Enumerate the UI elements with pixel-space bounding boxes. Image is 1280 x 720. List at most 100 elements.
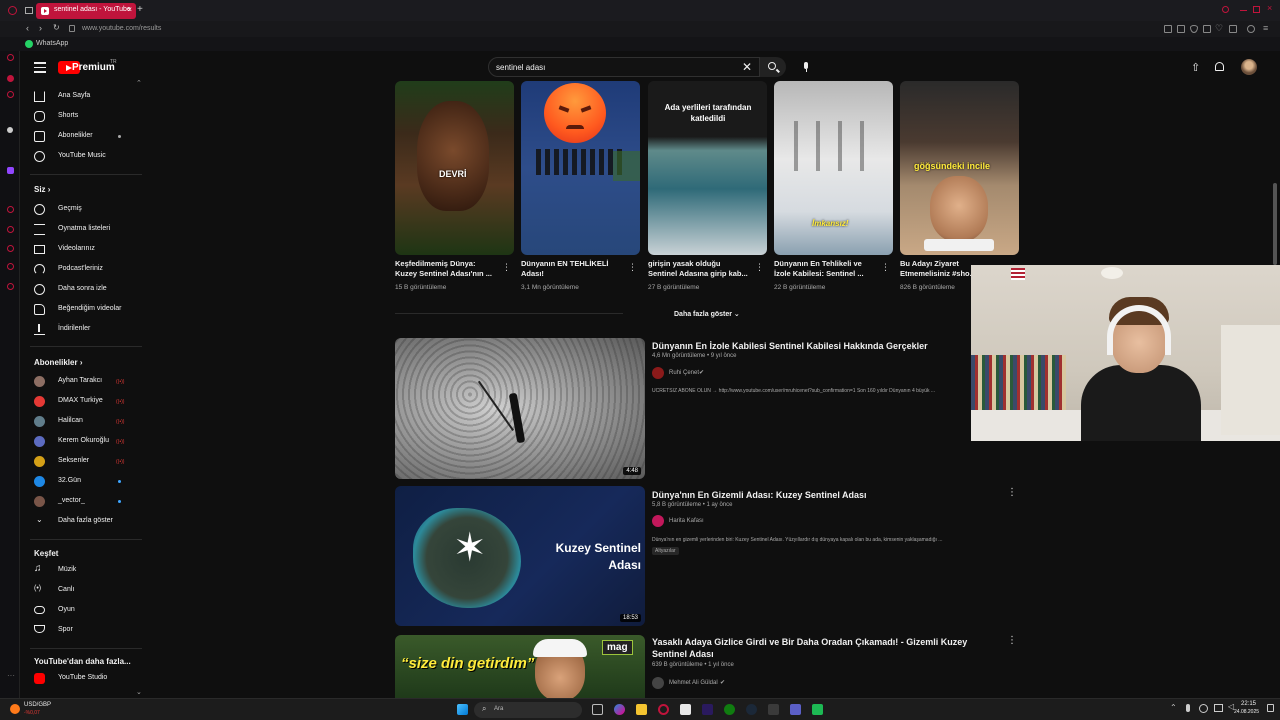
new-tab-icon[interactable]: + — [137, 4, 143, 15]
more-options-icon[interactable]: ⋮ — [1007, 635, 1017, 646]
sidebar-item-subscriptions[interactable]: Abonelikler — [34, 128, 144, 146]
more-options-icon[interactable]: ⋮ — [755, 262, 764, 273]
section-heading-siz[interactable]: Siz › — [34, 185, 50, 194]
sidebar-item-playlists[interactable]: Oynatma listeleri — [34, 221, 144, 239]
maximize-icon[interactable] — [1253, 6, 1260, 13]
video-title[interactable]: Dünyanın En İzole Kabilesi Sentinel Kabi… — [652, 340, 992, 352]
voice-search-button[interactable] — [796, 57, 816, 77]
sidebar-aria-icon[interactable] — [7, 75, 14, 82]
sidebar-player-icon[interactable] — [7, 206, 14, 213]
sidebar-bookmarks-icon[interactable] — [7, 245, 14, 252]
tray-app-icon[interactable] — [1199, 704, 1208, 713]
video-channel[interactable]: Ruhi Çenet ✔ — [652, 367, 812, 379]
minimize-icon[interactable] — [1240, 10, 1247, 11]
short-card-thumbnail[interactable] — [521, 81, 640, 255]
sidebar-item-music[interactable]: YouTube Music — [34, 148, 144, 166]
video-channel[interactable]: Mehmet Ali Güldal ✔ — [652, 677, 812, 689]
more-options-icon[interactable]: ⋮ — [502, 262, 511, 273]
short-title[interactable]: Dünyanın En Tehlikeli ve İzole Kabilesi: … — [774, 259, 878, 279]
sidebar-item-sports[interactable]: Spor — [34, 622, 144, 640]
heart-icon[interactable]: ♡ — [1215, 23, 1223, 34]
short-title[interactable]: girişin yasak olduğu Sentinel Adasına gir… — [648, 259, 752, 279]
search-tabs-icon[interactable] — [1222, 6, 1229, 13]
url-field[interactable]: www.youtube.com/results — [82, 25, 161, 32]
ticker-label[interactable]: USD/GBP — [24, 702, 51, 708]
more-options-icon[interactable]: ⋮ — [628, 262, 637, 273]
show-more-subscriptions[interactable]: ⌄ Daha fazla göster — [34, 513, 144, 531]
more-options-icon[interactable]: ⋮ — [881, 262, 890, 273]
show-more-shorts-button[interactable]: Daha fazla göster ⌄ — [674, 310, 740, 318]
premiere-icon[interactable] — [702, 704, 713, 715]
subscription-item[interactable]: DMAX Turkiye ((•)) — [34, 393, 144, 411]
youtube-premium-logo[interactable]: Premium — [72, 62, 115, 73]
sidebar-scroll-down-icon[interactable]: ⌄ — [136, 688, 142, 696]
sidebar-messenger-icon[interactable] — [7, 91, 14, 98]
notification-center-icon[interactable] — [1267, 704, 1274, 712]
subscription-item[interactable]: _vector_ — [34, 493, 144, 511]
file-explorer-icon[interactable] — [636, 704, 647, 715]
sidebar-item-downloads[interactable]: İndirilenler — [34, 321, 144, 339]
short-card-thumbnail[interactable]: İmkansız! — [774, 81, 893, 255]
sidebar-item-live[interactable]: (•) Canlı — [34, 582, 144, 600]
shield-icon[interactable] — [1190, 25, 1198, 33]
sidebar-item-history[interactable]: Geçmiş — [34, 201, 144, 219]
sidebar-item-shorts[interactable]: Shorts — [34, 108, 144, 126]
widgets-icon[interactable] — [614, 704, 625, 715]
app-icon[interactable] — [768, 704, 779, 715]
short-card-thumbnail[interactable]: Ada yerlileri tarafından katledildi — [648, 81, 767, 255]
sidebar-item-podcasts[interactable]: Podcast'leriniz — [34, 261, 144, 279]
sidebar-history-icon[interactable] — [7, 226, 14, 233]
video-channel[interactable]: Harita Kafası — [652, 515, 812, 527]
video-thumbnail[interactable]: ✶ Kuzey Sentinel Adası 18:53 — [395, 486, 645, 626]
search-button[interactable] — [760, 57, 786, 77]
sidebar-app-icon[interactable] — [7, 127, 13, 133]
notifications-icon[interactable] — [1215, 62, 1224, 71]
start-windows-icon[interactable] — [457, 704, 468, 715]
network-icon[interactable] — [1214, 704, 1223, 712]
short-title[interactable]: Keşfedilmemiş Dünya: Kuzey Sentinel Adası… — [395, 259, 499, 279]
subscription-item[interactable]: Ayhan Tarakcı ((•)) — [34, 373, 144, 391]
tab-youtube[interactable]: sentinel adası - YouTube × — [36, 3, 136, 19]
tab-icon[interactable] — [1177, 25, 1185, 33]
tray-chevron-icon[interactable]: ⌃ — [1170, 703, 1177, 712]
steam-icon[interactable] — [746, 704, 757, 715]
app-icon[interactable] — [680, 704, 691, 715]
sidebar-settings-icon[interactable] — [7, 263, 14, 270]
upload-icon[interactable]: ⇧ — [1191, 61, 1200, 74]
browser-menu-icon[interactable]: ≡ — [1263, 23, 1268, 33]
sidebar-scroll-up-icon[interactable]: ⌃ — [136, 79, 142, 87]
teams-icon[interactable] — [790, 704, 801, 715]
sidebar-item-your-videos[interactable]: Videolarınız — [34, 241, 144, 259]
guide-menu-icon[interactable] — [34, 62, 46, 73]
video-thumbnail[interactable]: “size din getirdim” mag — [395, 635, 645, 698]
more-options-icon[interactable]: ⋮ — [1007, 487, 1017, 498]
reload-icon[interactable]: ↻ — [53, 23, 60, 32]
extensions-icon[interactable] — [1203, 25, 1211, 33]
back-icon[interactable]: ‹ — [26, 23, 29, 33]
bookmark-whatsapp[interactable]: WhatsApp — [36, 40, 68, 47]
tray-mic-icon[interactable] — [1186, 704, 1190, 712]
weather-widget-icon[interactable] — [10, 704, 20, 714]
video-thumbnail[interactable]: 4:48 — [395, 338, 645, 479]
sidebar-item-watch-later[interactable]: Daha sonra izle — [34, 281, 144, 299]
sidebar-home-icon[interactable] — [7, 54, 14, 61]
tab-list-icon[interactable] — [25, 7, 33, 14]
account-avatar[interactable] — [1241, 59, 1257, 75]
profile-browser-icon[interactable] — [1247, 25, 1255, 33]
section-heading-subscriptions[interactable]: Abonelikler › — [34, 358, 82, 367]
video-title[interactable]: Yasaklı Adaya Gizlice Girdi ve Bir Daha … — [652, 636, 992, 660]
opera-menu-icon[interactable] — [8, 6, 17, 15]
short-title[interactable]: Dünyanın EN TEHLİKELİ Adası! — [521, 259, 625, 279]
xbox-icon[interactable] — [724, 704, 735, 715]
sidebar-item-music-explore[interactable]: ♫ Müzik — [34, 562, 144, 580]
video-title[interactable]: Dünya'nın En Gizemli Adası: Kuzey Sentin… — [652, 489, 992, 501]
page-scrollbar[interactable] — [1273, 183, 1277, 265]
sidebar-item-home[interactable]: Ana Sayfa — [34, 88, 144, 106]
forward-icon[interactable]: › — [39, 23, 42, 33]
snapshot-icon[interactable] — [1164, 25, 1172, 33]
clear-search-icon[interactable]: ✕ — [742, 61, 752, 73]
sidebar-item-gaming[interactable]: Oyun — [34, 602, 144, 620]
sidebar-dots-icon[interactable]: ··· — [7, 671, 15, 680]
sidebar-more-icon[interactable] — [7, 283, 14, 290]
short-card-thumbnail[interactable]: göğsündeki incile — [900, 81, 1019, 255]
